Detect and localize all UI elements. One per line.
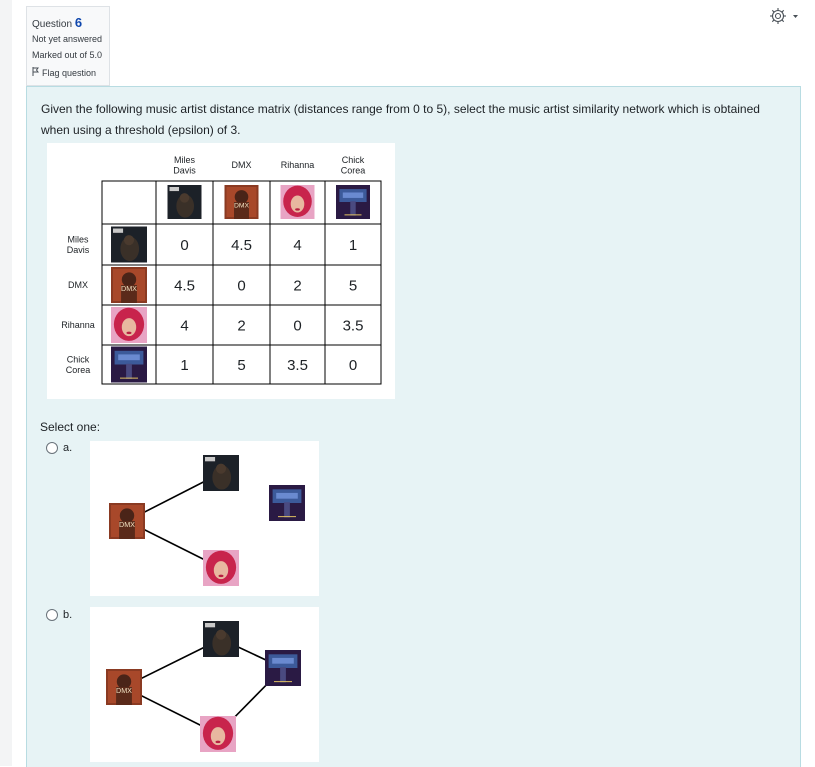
option-a-label: a. (63, 442, 73, 454)
matrix-cell: 3.5 (287, 357, 308, 374)
caret-down-icon (793, 15, 798, 18)
matrix-cell: 1 (349, 237, 357, 254)
flag-question-label: Flag question (42, 68, 97, 78)
gear-icon (770, 8, 798, 24)
option-b-label: b. (63, 609, 73, 621)
answer-status: Not yet answered (32, 34, 103, 44)
row-header-dmx: DMX (68, 280, 88, 290)
option-a[interactable]: a. (46, 442, 72, 454)
matrix-cell: 0 (237, 278, 245, 295)
rihanna-album-cover (280, 185, 315, 219)
option-a-radio[interactable] (46, 442, 58, 454)
rihanna-album-cover (203, 550, 239, 586)
dmx-album-cover: DMX (106, 669, 142, 705)
option-b[interactable]: b. (46, 609, 72, 621)
svg-text:DMX: DMX (234, 202, 250, 209)
matrix-cell: 0 (180, 237, 188, 254)
matrix-cell: 1 (180, 357, 188, 374)
chick-corea-album-cover (111, 346, 147, 383)
flag-question-link[interactable]: Flag question (32, 67, 96, 78)
miles-davis-album-cover (111, 226, 147, 263)
rihanna-album-cover (200, 716, 236, 752)
flag-icon (32, 67, 39, 76)
col-header-rihanna: Rihanna (281, 160, 315, 170)
rihanna-album-cover (111, 307, 147, 343)
option-a-network[interactable]: DMX (90, 441, 319, 596)
svg-text:DMX: DMX (121, 284, 137, 293)
matrix-cell: 4.5 (174, 278, 195, 295)
question-number-value: 6 (74, 15, 83, 30)
matrix-cell: 2 (237, 318, 245, 335)
question-text: Given the following music artist distanc… (41, 102, 760, 137)
marks-info: Marked out of 5.0 (32, 50, 103, 60)
matrix-cell: 5 (349, 278, 357, 295)
row-header-chick-corea: Chick Corea (66, 354, 91, 375)
matrix-cell: 5 (237, 357, 245, 374)
settings-menu[interactable] (769, 6, 799, 26)
distance-matrix: Miles Davis DMX DMX Rihanna Chick Corea Miles Da… (47, 143, 395, 399)
matrix-cell: 3.5 (343, 318, 364, 335)
chick-corea-album-cover (269, 485, 305, 521)
matrix-cell: 4.5 (231, 237, 252, 254)
matrix-cell: 0 (293, 318, 301, 335)
row-header-miles-davis: Miles Davis (67, 234, 90, 255)
svg-text:DMX: DMX (116, 686, 132, 695)
miles-davis-album-cover (203, 621, 239, 657)
option-b-radio[interactable] (46, 609, 58, 621)
dmx-album-cover: DMX (224, 185, 259, 219)
matrix-cell: 4 (180, 318, 188, 335)
left-strip (0, 0, 12, 766)
chick-corea-album-cover (265, 650, 301, 686)
matrix-cell: 4 (293, 237, 301, 254)
svg-text:DMX: DMX (119, 520, 135, 529)
select-one-label: Select one: (40, 420, 101, 434)
miles-davis-album-cover (167, 185, 202, 219)
dmx-album-cover: DMX (111, 267, 147, 303)
miles-davis-album-cover (203, 455, 239, 491)
question-info: Question 6 Not yet answered Marked out o… (26, 6, 110, 86)
col-header-dmx: DMX (232, 160, 252, 170)
question-number: Question 6 (32, 15, 83, 30)
chick-corea-album-cover (336, 185, 370, 219)
option-b-network[interactable]: DMX (90, 607, 319, 762)
matrix-cell: 0 (349, 357, 357, 374)
matrix-cell: 2 (293, 278, 301, 295)
col-header-chick-corea: Chick Corea (341, 155, 366, 176)
dmx-album-cover: DMX (109, 503, 145, 539)
row-header-rihanna: Rihanna (61, 320, 95, 330)
col-header-miles-davis: Miles Davis (173, 155, 196, 176)
